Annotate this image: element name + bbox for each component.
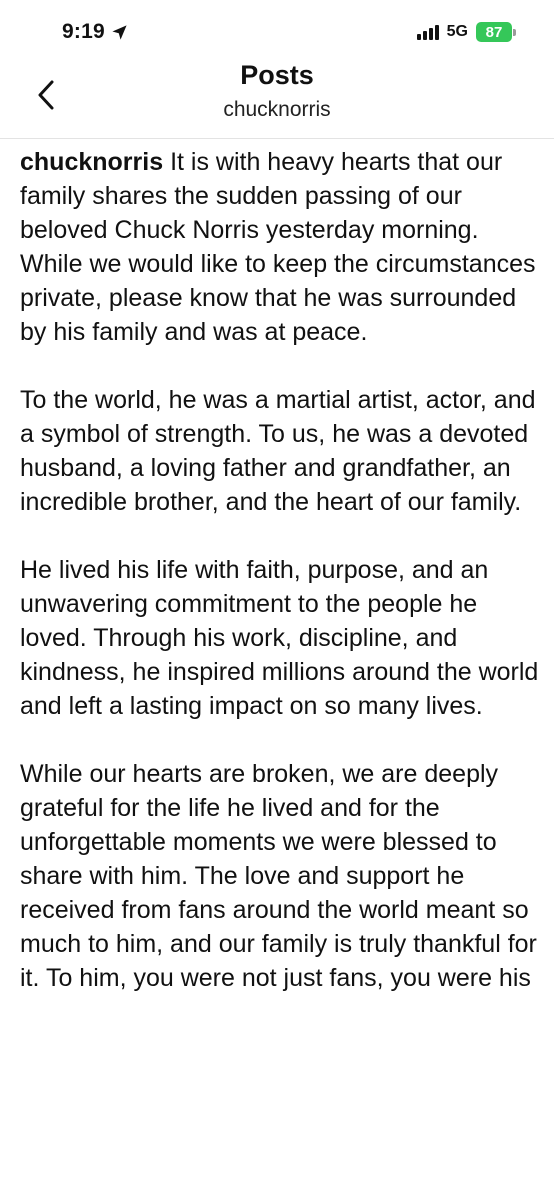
caption-text: It is with heavy hearts that our family … — [20, 148, 536, 346]
navigation-header: Posts chucknorris — [0, 56, 554, 139]
page-title: Posts — [240, 60, 314, 90]
location-arrow-icon — [111, 24, 128, 41]
status-time-group: 9:19 — [62, 20, 128, 44]
post-author-username[interactable]: chucknorris — [20, 148, 163, 176]
status-indicators: 5G 87 — [416, 22, 516, 42]
battery-tip — [513, 28, 516, 36]
caption-paragraph: While our hearts are broken, we are deep… — [20, 760, 537, 992]
status-time: 9:19 — [62, 20, 105, 43]
battery-icon: 87 — [476, 22, 516, 42]
cellular-signal-icon — [416, 24, 439, 40]
caption-paragraph: To the world, he was a martial artist, a… — [20, 386, 536, 516]
page-subtitle-username: chucknorris — [223, 98, 331, 121]
caption-paragraph: He lived his life with faith, purpose, a… — [20, 556, 539, 720]
post-caption: chucknorris It is with heavy hearts that… — [20, 145, 540, 1029]
network-type-label: 5G — [446, 23, 468, 40]
status-bar: 9:19 5G 87 — [0, 0, 554, 64]
caption-paragraph: chucknorris It is with heavy hearts that… — [20, 145, 540, 349]
battery-level: 87 — [476, 22, 512, 42]
